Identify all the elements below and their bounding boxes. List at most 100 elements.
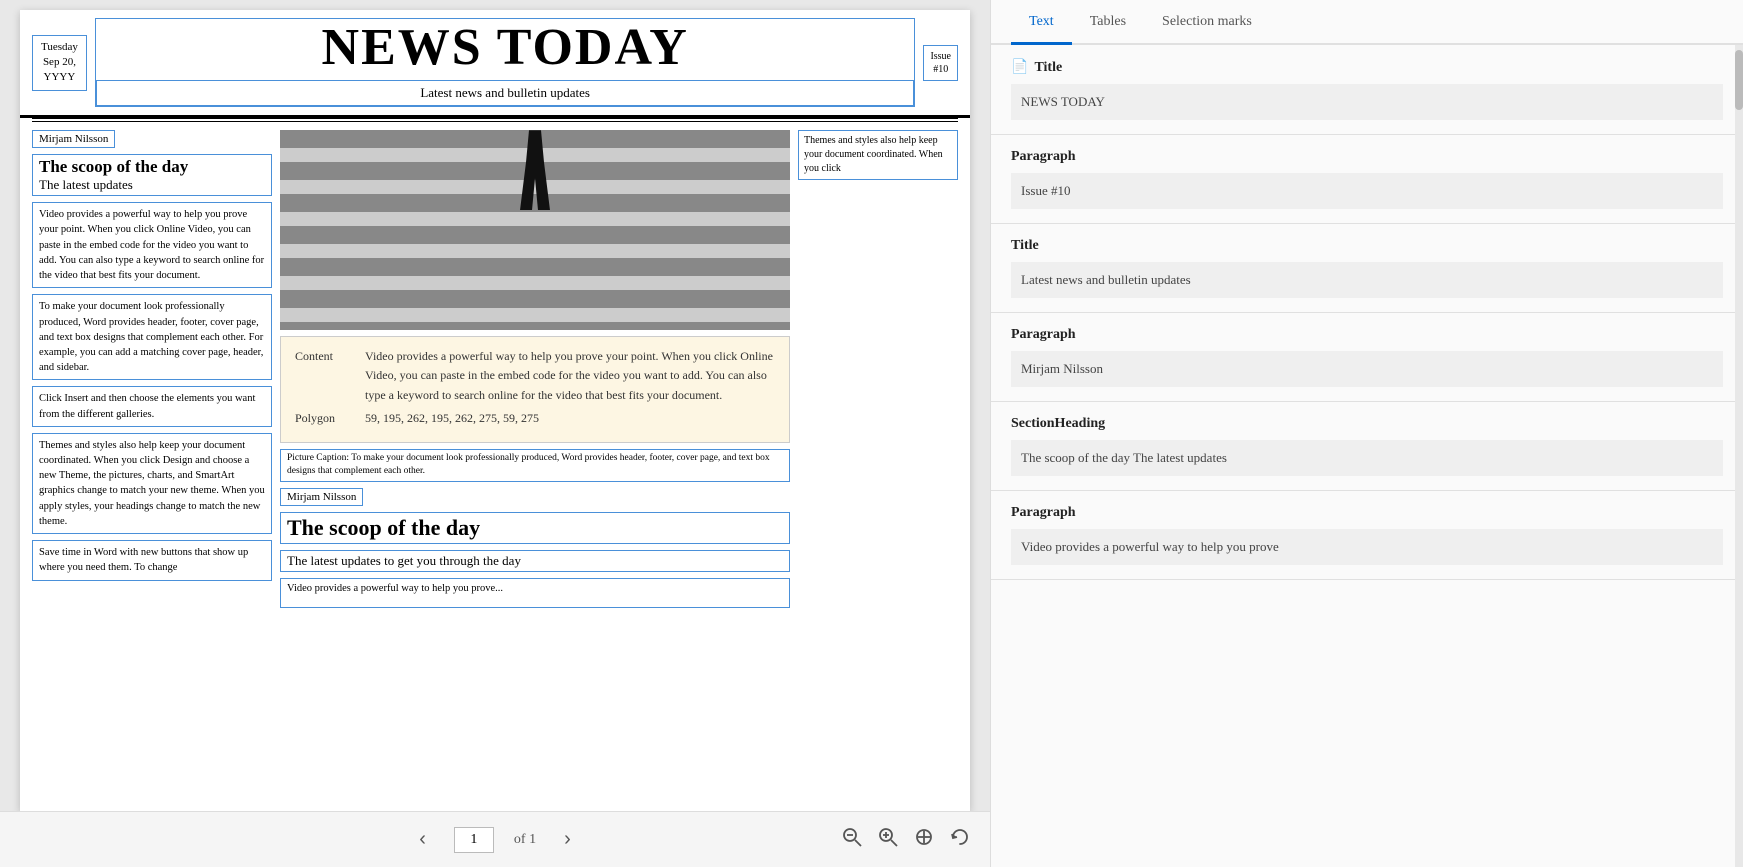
right-panel: Text Tables Selection marks 📄 Title NEWS…	[990, 0, 1743, 867]
newspaper-title-box: NEWS TODAY Latest news and bulletin upda…	[95, 18, 916, 107]
newspaper-header: Tuesday Sep 20, YYYY NEWS TODAY Latest n…	[20, 10, 970, 118]
panel-section-type-1: Paragraph	[1011, 149, 1076, 165]
panel-section-value-3: Mirjam Nilsson	[1011, 351, 1723, 387]
panel-section-type-2: Title	[1011, 238, 1039, 254]
panel-section-value-1: Issue #10	[1011, 173, 1723, 209]
section-heading-2: The scoop of the day	[287, 515, 783, 541]
panel-section-para-3: Paragraph Video provides a powerful way …	[991, 491, 1743, 580]
issue-box: Issue #10	[923, 45, 958, 81]
right-column: Themes and styles also help keep your do…	[798, 130, 958, 770]
panel-section-header-2: Title	[1011, 238, 1723, 254]
right-text-1: Themes and styles also help keep your do…	[804, 135, 943, 174]
newspaper-title: NEWS TODAY	[96, 19, 915, 76]
zoom-in-button[interactable]	[878, 827, 898, 852]
tooltip-content-value: Video provides a powerful way to help yo…	[365, 347, 775, 405]
tab-text-label: Text	[1029, 14, 1054, 29]
figure-silhouette	[520, 130, 550, 210]
author-label-2: Mirjam Nilsson	[280, 488, 363, 506]
tooltip-content-label: Content	[295, 347, 355, 405]
section-subheading-1: The latest updates	[39, 177, 265, 193]
text-3: Click Insert and then choose the element…	[39, 393, 255, 419]
prev-page-button[interactable]: ‹	[411, 824, 434, 855]
photo-area	[280, 130, 790, 330]
author-label-1: Mirjam Nilsson	[32, 130, 115, 148]
panel-section-text-2: Latest news and bulletin updates	[1021, 272, 1191, 287]
section-heading-box-2: The scoop of the day	[280, 512, 790, 544]
tooltip-polygon-row: Polygon 59, 195, 262, 195, 262, 275, 59,…	[295, 409, 775, 428]
section-heading-1: The scoop of the day	[39, 157, 265, 177]
panel-section-title-2: Title Latest news and bulletin updates	[991, 224, 1743, 313]
next-page-button[interactable]: ›	[556, 824, 579, 855]
subheading-2-text: The latest updates to get you through th…	[287, 553, 521, 568]
caption-text: Picture Caption: To make your document l…	[287, 453, 770, 476]
panel-section-text-3: Mirjam Nilsson	[1021, 361, 1103, 376]
text-block-3: Click Insert and then choose the element…	[32, 386, 272, 426]
panel-section-value-5: Video provides a powerful way to help yo…	[1011, 529, 1723, 565]
panel-section-header-1: Paragraph	[1011, 149, 1723, 165]
panel-tabs: Text Tables Selection marks	[991, 0, 1743, 45]
panel-section-header-5: Paragraph	[1011, 505, 1723, 521]
panel-section-text-4: The scoop of the day The latest updates	[1021, 450, 1227, 465]
panel-section-para-2: Paragraph Mirjam Nilsson	[991, 313, 1743, 402]
panel-section-text-5: Video provides a powerful way to help yo…	[1021, 539, 1279, 554]
author-1-text: Mirjam Nilsson	[39, 133, 108, 145]
tab-selection-marks-label: Selection marks	[1162, 14, 1252, 29]
panel-section-type-5: Paragraph	[1011, 505, 1076, 521]
section-heading-box-1: The scoop of the day The latest updates	[32, 154, 272, 196]
newspaper-content: Mirjam Nilsson The scoop of the day The …	[20, 122, 970, 778]
panel-section-value-4: The scoop of the day The latest updates	[1011, 440, 1723, 476]
panel-section-type-0: Title	[1034, 60, 1062, 76]
nav-icons	[842, 827, 970, 852]
bottom-text-mid-content: Video provides a powerful way to help yo…	[287, 583, 503, 594]
issue-text: Issue #10	[930, 51, 951, 75]
tab-tables-label: Tables	[1090, 14, 1126, 29]
panel-section-header-0: 📄 Title	[1011, 59, 1723, 76]
text-1: Video provides a powerful way to help yo…	[39, 209, 264, 281]
text-block-2: To make your document look professionall…	[32, 294, 272, 380]
subtitle-text: Latest news and bulletin updates	[420, 85, 590, 100]
panel-section-value-0: NEWS TODAY	[1011, 84, 1723, 120]
right-text-block-1: Themes and styles also help keep your do…	[798, 130, 958, 180]
author-2-text: Mirjam Nilsson	[287, 491, 356, 503]
panel-section-header-3: Paragraph	[1011, 327, 1723, 343]
text-block-4: Themes and styles also help keep your do…	[32, 433, 272, 534]
scrollbar-thumb[interactable]	[1735, 50, 1743, 110]
document-viewer: Tuesday Sep 20, YYYY NEWS TODAY Latest n…	[0, 0, 990, 867]
page-number: 1	[470, 832, 477, 847]
tooltip-polygon-label: Polygon	[295, 409, 355, 428]
section-subheading-2: The latest updates to get you through th…	[280, 550, 790, 572]
page-of-text: of 1	[514, 832, 536, 848]
caption-box: Picture Caption: To make your document l…	[280, 449, 790, 482]
panel-section-heading: SectionHeading The scoop of the day The …	[991, 402, 1743, 491]
panel-section-para-1: Paragraph Issue #10	[991, 135, 1743, 224]
text-2: To make your document look professionall…	[39, 301, 263, 373]
panel-content: 📄 Title NEWS TODAY Paragraph Issue #10 T…	[991, 45, 1743, 867]
tooltip-content-row: Content Video provides a powerful way to…	[295, 347, 775, 405]
fit-button[interactable]	[914, 827, 934, 852]
text-block-1: Video provides a powerful way to help yo…	[32, 202, 272, 288]
document-page: Tuesday Sep 20, YYYY NEWS TODAY Latest n…	[20, 10, 970, 811]
text-5: Save time in Word with new buttons that …	[39, 547, 248, 573]
subtitle-box: Latest news and bulletin updates	[96, 80, 915, 106]
panel-section-type-4: SectionHeading	[1011, 416, 1105, 432]
tooltip-box: Content Video provides a powerful way to…	[280, 336, 790, 443]
panel-section-value-2: Latest news and bulletin updates	[1011, 262, 1723, 298]
panel-section-header-4: SectionHeading	[1011, 416, 1723, 432]
panel-section-type-3: Paragraph	[1011, 327, 1076, 343]
rotate-button[interactable]	[950, 827, 970, 852]
text-4: Themes and styles also help keep your do…	[39, 440, 265, 527]
scrollbar-track	[1735, 45, 1743, 867]
left-column: Mirjam Nilsson The scoop of the day The …	[32, 130, 272, 770]
panel-section-text-1: Issue #10	[1021, 183, 1070, 198]
tab-tables[interactable]: Tables	[1072, 0, 1144, 45]
zoom-out-button[interactable]	[842, 827, 862, 852]
date-box: Tuesday Sep 20, YYYY	[32, 35, 87, 91]
doc-icon-0: 📄	[1011, 59, 1028, 76]
date-text: Tuesday Sep 20, YYYY	[41, 41, 78, 84]
page-number-box: 1	[454, 827, 494, 853]
tab-text[interactable]: Text	[1011, 0, 1072, 45]
nav-bar: ‹ 1 of 1 ›	[0, 811, 990, 867]
bottom-text-mid: Video provides a powerful way to help yo…	[280, 578, 790, 608]
tab-selection-marks[interactable]: Selection marks	[1144, 0, 1270, 45]
tooltip-polygon-value: 59, 195, 262, 195, 262, 275, 59, 275	[365, 409, 539, 428]
